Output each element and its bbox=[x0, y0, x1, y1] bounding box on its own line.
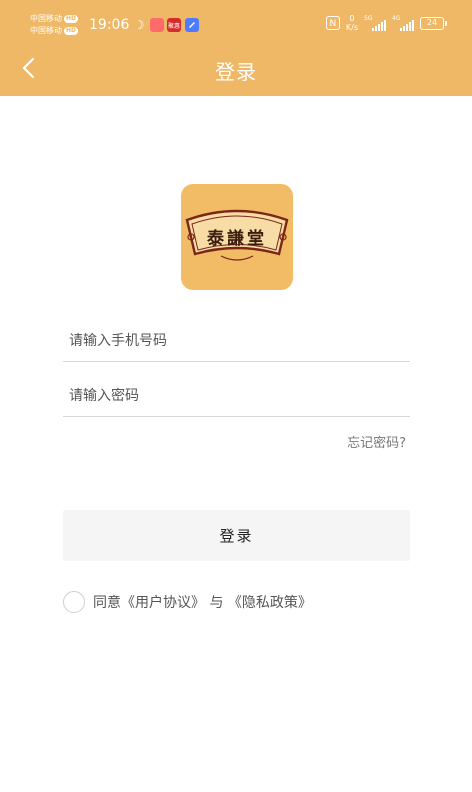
user-agreement-link[interactable]: 《用户协议》 bbox=[121, 592, 205, 612]
net-speed: 0 K/s bbox=[346, 14, 358, 32]
login-button[interactable]: 登录 bbox=[63, 510, 410, 561]
phone-field[interactable] bbox=[63, 321, 410, 362]
status-bar: 中国移动 HD 中国移动 HD 19:06 ☽ 聚惠 N 0 K/s 5G 4G 2… bbox=[0, 0, 472, 44]
app-logo: 泰謙堂 bbox=[181, 184, 293, 290]
agreement-row: 同意 《用户协议》 与 《隐私政策》 bbox=[63, 590, 312, 614]
status-icons: N 0 K/s 5G 4G 24 bbox=[325, 14, 447, 32]
notification-badge-text: 聚惠 bbox=[167, 22, 180, 30]
carrier-name: 中国移动 bbox=[30, 14, 62, 23]
top-bar: 中国移动 HD 中国移动 HD 19:06 ☽ 聚惠 N 0 K/s 5G 4G 2… bbox=[0, 0, 472, 96]
password-input[interactable] bbox=[63, 376, 410, 416]
page-title: 登录 bbox=[215, 60, 257, 84]
forgot-password-link[interactable]: 忘记密码? bbox=[347, 432, 406, 451]
carrier-info: 中国移动 HD 中国移动 HD bbox=[30, 13, 79, 37]
password-field[interactable] bbox=[63, 376, 410, 417]
battery-level: 24 bbox=[426, 17, 438, 27]
clock: 19:06 bbox=[89, 17, 130, 33]
phone-input[interactable] bbox=[63, 321, 410, 361]
app-notification-icon bbox=[185, 18, 199, 32]
hd-badge: HD bbox=[64, 15, 79, 23]
agreement-prefix: 同意 bbox=[93, 595, 121, 611]
agreement-conjunction: 与 bbox=[205, 595, 228, 611]
logo-text: 泰謙堂 bbox=[207, 229, 267, 249]
nfc-icon: N bbox=[325, 16, 340, 30]
net-speed-value: 0 bbox=[349, 14, 355, 23]
signal-icon: 5G bbox=[364, 15, 386, 31]
moon-icon: ☽ bbox=[133, 18, 145, 32]
app-notification-icon: 聚惠 bbox=[167, 18, 181, 32]
carrier-name: 中国移动 bbox=[30, 26, 62, 35]
signal-icon: 4G bbox=[392, 15, 414, 31]
net-speed-unit: K/s bbox=[345, 23, 358, 32]
hd-badge: HD bbox=[64, 27, 79, 35]
agree-radio[interactable] bbox=[63, 591, 85, 613]
app-notification-icon bbox=[150, 18, 164, 32]
battery-icon: 24 bbox=[420, 16, 447, 30]
privacy-policy-link[interactable]: 《隐私政策》 bbox=[228, 592, 312, 612]
